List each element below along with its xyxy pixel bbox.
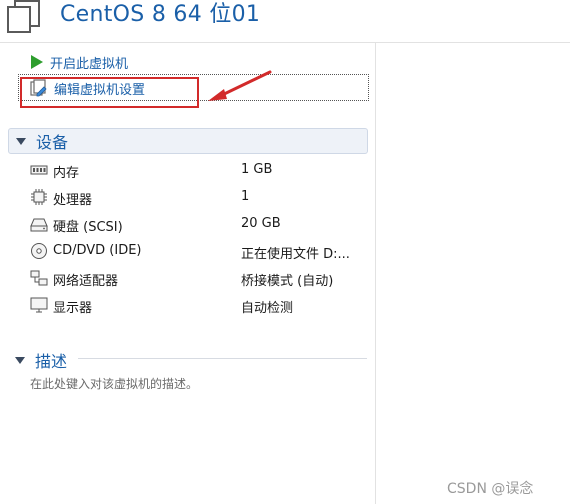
devices-section-header[interactable]: 设备	[8, 128, 368, 154]
title-bar: CentOS 8 64 位01	[0, 0, 570, 38]
play-icon	[31, 55, 43, 69]
pane-divider	[375, 42, 376, 504]
device-row-display[interactable]: 显示器 自动检测	[30, 292, 370, 319]
network-adapter-icon	[30, 270, 48, 286]
header-divider	[0, 42, 570, 43]
memory-icon	[30, 165, 48, 175]
device-value: 桥接模式 (自动)	[241, 274, 334, 289]
device-value: 自动检测	[241, 301, 294, 316]
device-list: 内存 1 GB 处理器 1 硬盘 (SCSI) 20 GB CD/DVD (ID…	[30, 157, 370, 319]
devices-section-title: 设备	[36, 133, 69, 152]
device-name: 处理器	[53, 193, 93, 208]
device-row-cd-dvd[interactable]: CD/DVD (IDE) 正在使用文件 D:...	[30, 238, 370, 265]
device-value: 20 GB	[241, 216, 281, 231]
device-value: 1 GB	[241, 162, 273, 177]
device-row-harddisk[interactable]: 硬盘 (SCSI) 20 GB	[30, 211, 370, 238]
display-icon	[30, 297, 48, 313]
harddisk-icon	[30, 218, 48, 232]
device-row-memory[interactable]: 内存 1 GB	[30, 157, 370, 184]
device-name: 内存	[53, 166, 80, 181]
processor-icon	[31, 189, 47, 205]
device-name: 硬盘 (SCSI)	[53, 220, 123, 235]
device-name: CD/DVD (IDE)	[53, 243, 142, 258]
vm-window-icon	[7, 0, 40, 33]
device-value: 正在使用文件 D:...	[241, 247, 350, 262]
device-row-network-adapter[interactable]: 网络适配器 桥接模式 (自动)	[30, 265, 370, 292]
description-section-title: 描述	[35, 352, 68, 371]
collapse-arrow-icon	[16, 137, 26, 145]
description-divider	[78, 358, 367, 359]
device-name: 网络适配器	[53, 274, 119, 289]
description-section-header[interactable]: 描述	[8, 347, 368, 373]
red-arrow-annotation	[208, 70, 272, 101]
device-row-processor[interactable]: 处理器 1	[30, 184, 370, 211]
red-highlight-box	[20, 77, 199, 108]
device-name: 显示器	[53, 301, 93, 316]
cd-dvd-icon	[31, 243, 47, 259]
power-on-label: 开启此虚拟机	[50, 56, 129, 72]
device-value: 1	[241, 189, 250, 204]
watermark: CSDN @误念	[447, 481, 534, 497]
description-input[interactable]: 在此处键入对该虚拟机的描述。	[30, 375, 198, 392]
collapse-arrow-icon	[15, 356, 25, 364]
vm-title: CentOS 8 64 位01	[60, 2, 261, 27]
power-on-link[interactable]: 开启此虚拟机	[30, 52, 128, 72]
